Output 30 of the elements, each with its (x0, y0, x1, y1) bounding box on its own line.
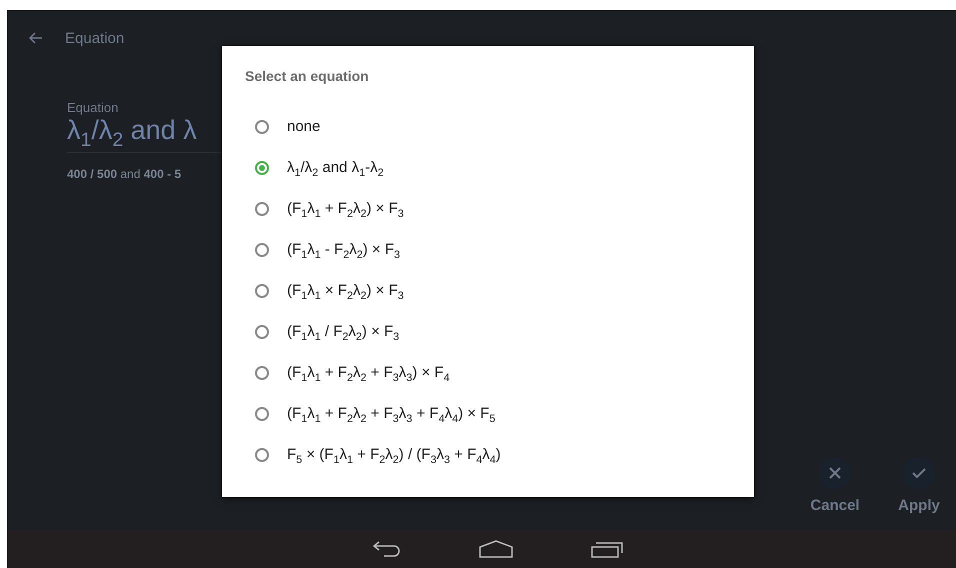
apply-button[interactable]: Apply (892, 457, 946, 514)
field-label: Equation (67, 100, 120, 115)
equation-option[interactable]: (F$_{1}$λ$_{1}$ - F$_{2}$λ$_{2}$) × F$_{3}$ (245, 229, 400, 270)
recent-apps-icon[interactable] (590, 540, 622, 558)
equation-option[interactable]: none (245, 106, 320, 147)
radio-button[interactable] (255, 324, 269, 338)
app-bar-title: Equation (65, 30, 124, 46)
back-icon[interactable] (370, 540, 400, 558)
cancel-button[interactable]: Cancel (808, 457, 862, 514)
radio-button[interactable] (255, 284, 269, 298)
radio-button[interactable] (255, 120, 269, 134)
radio-button[interactable] (255, 448, 269, 462)
home-icon[interactable] (478, 540, 512, 558)
equation-option[interactable]: (F$_{1}$λ$_{1}$ × F$_{2}$λ$_{2}$) × F$_{3}$ (245, 270, 404, 311)
radio-button[interactable] (255, 160, 269, 174)
dialog-title: Select an equation (245, 68, 370, 84)
equation-option[interactable]: λ$_{1}$/λ$_{2}$ and λ$_{1}$-λ$_{2}$ (245, 147, 384, 188)
equation-option[interactable]: F$_{5}$ × (F$_{1}$λ$_{1}$ + F$_{2}$λ$_{2}$) / (F$_{3}$λ$_{3}$ + F$_{4}$λ$_{4}$) (245, 434, 501, 475)
equation-option[interactable]: (F$_{1}$λ$_{1}$ + F$_{2}$λ$_{2}$ + F$_{3}$λ$_{3}$) × F$_{4}$ (245, 352, 450, 393)
equation-preview: 400 / 500 and 400 - 5 (67, 167, 182, 181)
back-arrow-icon[interactable] (29, 32, 43, 44)
equation-option[interactable]: (F$_{1}$λ$_{1}$ + F$_{2}$λ$_{2}$) × F$_{3}$ (245, 188, 404, 229)
radio-button[interactable] (255, 242, 269, 256)
equation-option[interactable]: (F$_{1}$λ$_{1}$ + F$_{2}$λ$_{2}$ + F$_{3}$λ$_{3}$ + F$_{4}$λ$_{4}$) × F$_{5}$ (245, 393, 496, 434)
check-icon (903, 457, 935, 489)
radio-button[interactable] (255, 406, 269, 420)
radio-button[interactable] (255, 202, 269, 216)
close-icon (819, 457, 851, 489)
equation-option[interactable]: (F$_{1}$λ$_{1}$ / F$_{2}$λ$_{2}$) × F$_{3}$ (245, 311, 400, 352)
radio-button[interactable] (255, 366, 269, 380)
